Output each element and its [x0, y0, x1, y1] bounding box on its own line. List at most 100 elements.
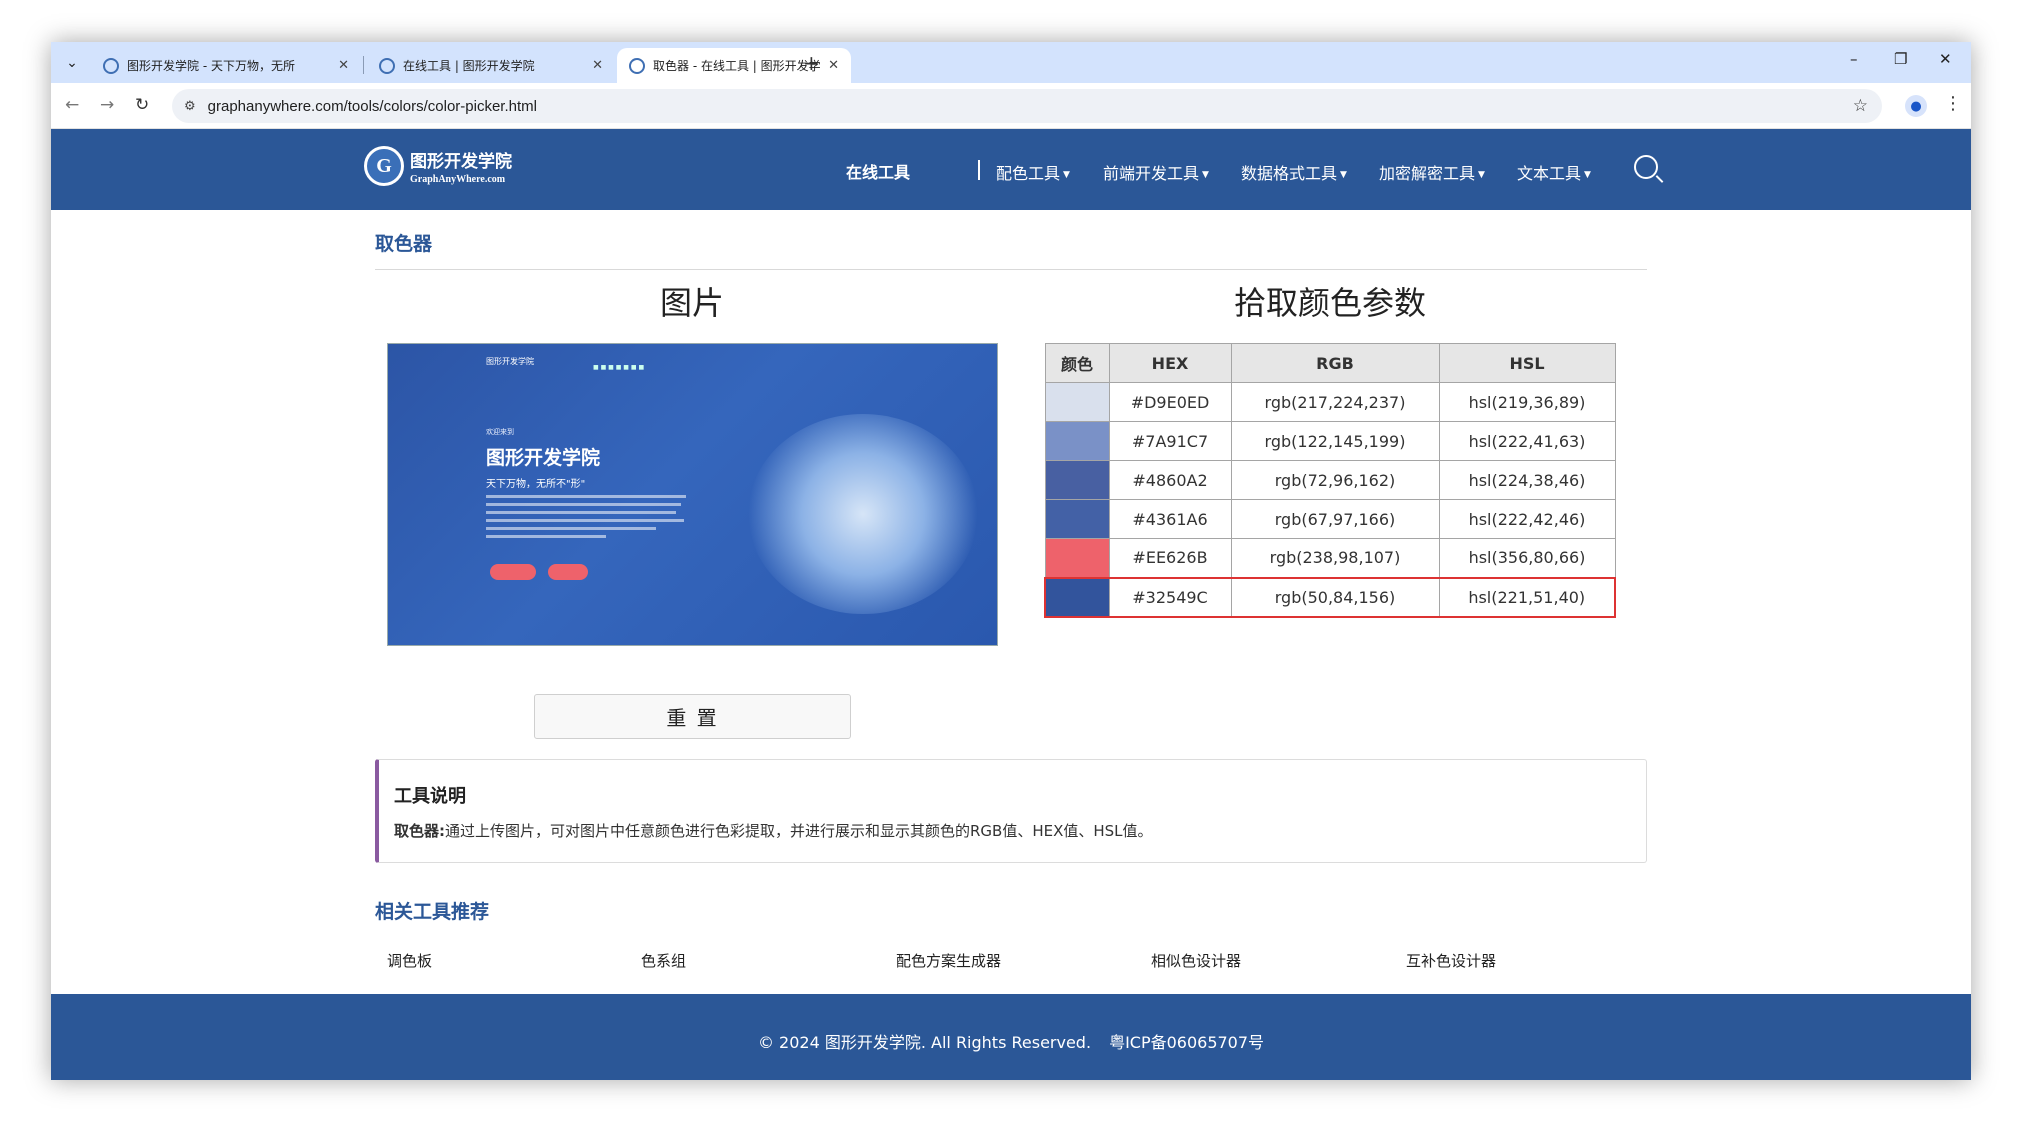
forward-icon[interactable]: →	[100, 95, 114, 115]
browser-menu-icon[interactable]: ⋮	[1944, 93, 1962, 114]
color-swatch	[1044, 499, 1110, 539]
cell-hsl: hsl(219,36,89)	[1438, 382, 1616, 422]
image-heading: 图片	[660, 284, 725, 322]
logo-g-icon: G	[364, 146, 404, 186]
close-icon[interactable]: ✕	[592, 58, 603, 73]
table-header-row: 颜色 HEX RGB HSL	[1044, 343, 1616, 383]
address-bar[interactable]: ⚙ graphanywhere.com/tools/colors/color-p…	[172, 89, 1882, 123]
reset-button[interactable]: 重 置	[534, 694, 851, 739]
color-params-table: 颜色 HEX RGB HSL #D9E0ED rgb(217,224,237) hs…	[1044, 343, 1616, 618]
restore-icon[interactable]: ❐	[1894, 50, 1907, 68]
site-favicon-icon	[379, 57, 395, 74]
color-swatch	[1044, 382, 1110, 422]
tab-online-tools[interactable]: 在线工具 | 图形开发学院 ✕	[367, 48, 615, 83]
logo-text: 图形开发学院 GraphAnyWhere.com	[410, 147, 512, 185]
logo-cn: 图形开发学院	[410, 152, 512, 172]
profile-avatar-icon[interactable]: ●	[1905, 95, 1927, 117]
preview-title: 图形开发学院	[486, 447, 601, 469]
cell-hsl: hsl(221,51,40)	[1438, 576, 1616, 618]
related-complementary-link[interactable]: 互补色设计器	[1406, 950, 1496, 971]
nav-label: 配色工具	[996, 164, 1061, 183]
close-icon[interactable]: ✕	[828, 58, 839, 73]
cell-rgb: rgb(72,96,162)	[1230, 460, 1440, 500]
caret-down-icon: ▼	[1478, 169, 1485, 180]
caret-down-icon: ▼	[1584, 169, 1591, 180]
cell-hex: #7A91C7	[1108, 421, 1232, 461]
bookmark-star-icon[interactable]: ☆	[1853, 96, 1868, 116]
cell-rgb: rgb(50,84,156)	[1230, 576, 1440, 618]
tab-strip: ⌄ 图形开发学院 - 天下万物，无所 ✕ 在线工具 | 图形开发学院 ✕ 取色器…	[51, 42, 1971, 83]
description-body: 取色器:通过上传图片，可对图片中任意颜色进行色彩提取，并进行展示和显示其颜色的R…	[394, 820, 1153, 841]
caret-down-icon: ▼	[1340, 169, 1347, 180]
color-row[interactable]: #4361A6 rgb(67,97,166) hsl(222,42,46)	[1044, 499, 1616, 539]
url-text: graphanywhere.com/tools/colors/color-pic…	[207, 97, 537, 115]
site-footer: © 2024 图形开发学院. All Rights Reserved. 粤ICP备…	[51, 994, 1971, 1080]
caret-down-icon: ▼	[1063, 169, 1070, 180]
site-info-icon[interactable]: ⚙	[184, 99, 196, 114]
nav-frontend-tools[interactable]: 前端开发工具 ▼	[1103, 160, 1209, 184]
color-row[interactable]: #4860A2 rgb(72,96,162) hsl(224,38,46)	[1044, 460, 1616, 500]
tab-separator	[363, 56, 364, 74]
preview-logo: 图形开发学院	[486, 357, 534, 366]
color-swatch	[1044, 460, 1110, 500]
nav-label: 前端开发工具	[1103, 164, 1200, 183]
new-tab-icon[interactable]: +	[803, 51, 820, 75]
related-palette-link[interactable]: 调色板	[387, 950, 432, 971]
cell-rgb: rgb(238,98,107)	[1230, 538, 1440, 578]
related-color-groups-link[interactable]: 色系组	[641, 950, 686, 971]
logo-en: GraphAnyWhere.com	[410, 174, 506, 185]
color-row[interactable]: #EE626B rgb(238,98,107) hsl(356,80,66)	[1044, 538, 1616, 578]
nav-text-tools[interactable]: 文本工具 ▼	[1517, 160, 1591, 184]
back-icon[interactable]: ←	[65, 95, 79, 115]
window-close-icon[interactable]: ✕	[1939, 50, 1952, 68]
preview-button	[548, 564, 588, 580]
footer-text: © 2024 图形开发学院. All Rights Reserved. 粤ICP备…	[51, 1029, 1971, 1053]
nav-color-tools[interactable]: 配色工具 ▼	[996, 160, 1070, 184]
preview-body-lines	[486, 495, 686, 543]
nav-online-tools[interactable]: 在线工具	[846, 159, 910, 183]
color-row[interactable]: #7A91C7 rgb(122,145,199) hsl(222,41,63)	[1044, 421, 1616, 461]
caret-down-icon: ▼	[1202, 169, 1209, 180]
nav-label: 数据格式工具	[1241, 164, 1338, 183]
nav-data-format-tools[interactable]: 数据格式工具 ▼	[1241, 160, 1347, 184]
tab-search-icon[interactable]: ⌄	[59, 50, 85, 76]
preview-nav: ■ ■ ■ ■ ■ ■ ■	[593, 364, 645, 371]
cell-rgb: rgb(217,224,237)	[1230, 382, 1440, 422]
header-rgb: RGB	[1230, 343, 1440, 383]
params-heading: 拾取颜色参数	[1234, 284, 1427, 322]
cell-hex: #4361A6	[1108, 499, 1232, 539]
cell-hex: #4860A2	[1108, 460, 1232, 500]
cell-hsl: hsl(222,41,63)	[1438, 421, 1616, 461]
nav-crypto-tools[interactable]: 加密解密工具 ▼	[1379, 160, 1485, 184]
cell-rgb: rgb(67,97,166)	[1230, 499, 1440, 539]
search-icon[interactable]	[1634, 155, 1658, 179]
preview-button	[490, 564, 536, 580]
cell-hex: #32549C	[1108, 576, 1232, 618]
cell-rgb: rgb(122,145,199)	[1230, 421, 1440, 461]
color-swatch	[1044, 576, 1110, 618]
cell-hex: #EE626B	[1108, 538, 1232, 578]
nav-label: 文本工具	[1517, 164, 1582, 183]
picked-image[interactable]: 图形开发学院 ■ ■ ■ ■ ■ ■ ■ 欢迎来到 图形开发学院 天下万物，无所…	[387, 343, 998, 646]
header-hsl: HSL	[1438, 343, 1616, 383]
minimize-icon[interactable]: –	[1850, 50, 1858, 68]
color-row[interactable]: #32549C rgb(50,84,156) hsl(221,51,40)	[1044, 576, 1616, 618]
reload-icon[interactable]: ↻	[135, 95, 149, 115]
color-row[interactable]: #D9E0ED rgb(217,224,237) hsl(219,36,89)	[1044, 382, 1616, 422]
site-logo[interactable]: G 图形开发学院 GraphAnyWhere.com	[364, 146, 512, 186]
related-tools-title: 相关工具推荐	[375, 901, 490, 923]
tab-home[interactable]: 图形开发学院 - 天下万物，无所 ✕	[91, 48, 361, 83]
browser-window: ⌄ 图形开发学院 - 天下万物，无所 ✕ 在线工具 | 图形开发学院 ✕ 取色器…	[51, 42, 1971, 1080]
description-text: 通过上传图片，可对图片中任意颜色进行色彩提取，并进行展示和显示其颜色的RGB值、…	[445, 822, 1153, 840]
cell-hsl: hsl(224,38,46)	[1438, 460, 1616, 500]
tool-description: 工具说明 取色器:通过上传图片，可对图片中任意颜色进行色彩提取，并进行展示和显示…	[375, 759, 1647, 863]
address-toolbar: ← → ↻ ⚙ graphanywhere.com/tools/colors/c…	[51, 83, 1971, 129]
close-icon[interactable]: ✕	[338, 58, 349, 73]
nav-divider	[978, 160, 980, 180]
tab-title: 在线工具 | 图形开发学院	[403, 59, 535, 73]
site-header: G 图形开发学院 GraphAnyWhere.com 在线工具 配色工具 ▼ 前端…	[51, 129, 1971, 210]
icp-link[interactable]: 粤ICP备06065707号	[1109, 1033, 1264, 1052]
site-favicon-icon	[629, 57, 645, 74]
related-analogous-link[interactable]: 相似色设计器	[1151, 950, 1241, 971]
related-scheme-generator-link[interactable]: 配色方案生成器	[896, 950, 1001, 971]
